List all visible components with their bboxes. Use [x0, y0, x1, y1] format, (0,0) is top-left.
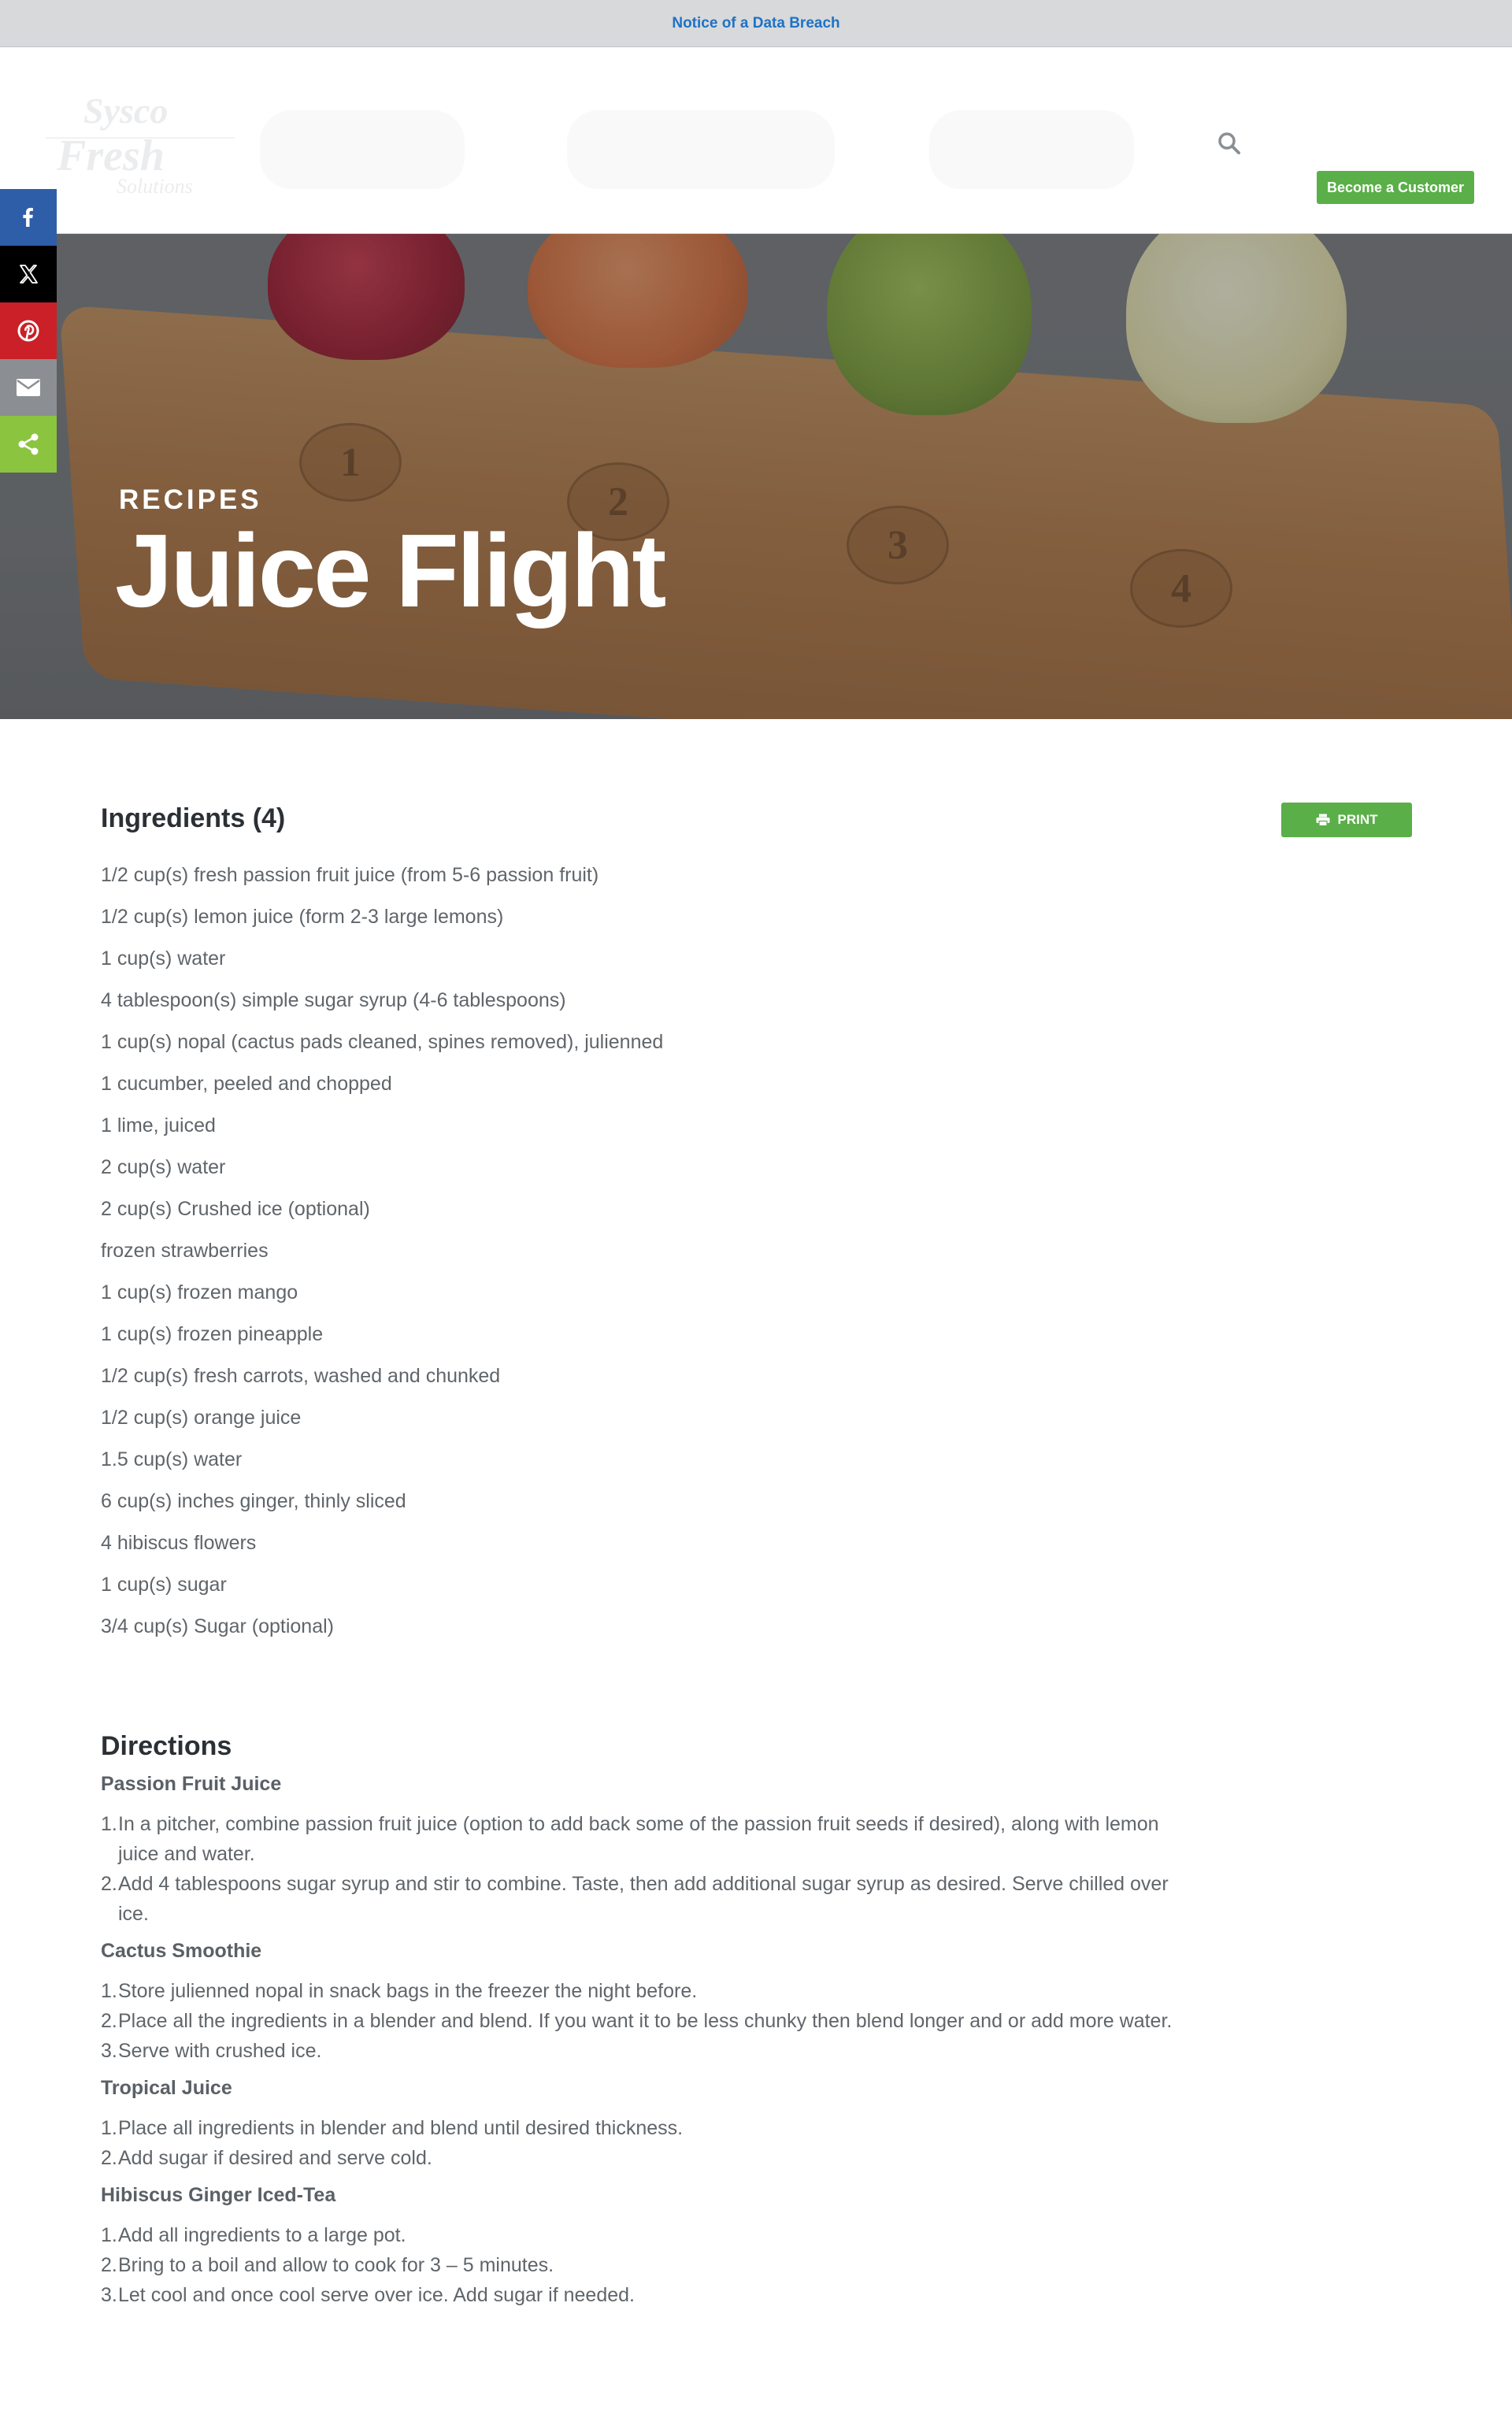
print-button[interactable]: PRINT [1281, 803, 1412, 837]
ingredients-heading: Ingredients (4) [101, 803, 286, 833]
direction-steps-list: 1. Store julienned nopal in snack bags in… [101, 1976, 1203, 2066]
hero-eyebrow[interactable]: RECIPES [119, 484, 262, 516]
step-text: Bring to a boil and allow to cook for 3 … [118, 2254, 554, 2276]
direction-step: 2. Bring to a boil and allow to cook for … [101, 2250, 1203, 2280]
ingredient-item: 1 cup(s) sugar [101, 1574, 227, 1596]
ingredient-item: 1/2 cup(s) fresh carrots, washed and chu… [101, 1365, 501, 1387]
ingredient-item: 3/4 cup(s) Sugar (optional) [101, 1615, 334, 1637]
direction-group-title: Hibiscus Ginger Iced-Tea [101, 2184, 336, 2206]
step-text: Store julienned nopal in snack bags in t… [118, 1980, 698, 2002]
direction-step: 3. Let cool and once cool serve over ice.… [101, 2280, 1203, 2310]
hero-overlay [0, 234, 1512, 719]
site-header: Sysco Fresh Solutions Become a Customer [0, 47, 1512, 234]
direction-group-title: Cactus Smoothie [101, 1940, 262, 1962]
step-number: 2. [101, 2254, 117, 2276]
notice-bar: Notice of a Data Breach [0, 0, 1512, 47]
step-number: 1. [101, 2224, 117, 2246]
x-icon [20, 265, 38, 284]
direction-steps-list: 1. In a pitcher, combine passion fruit ju… [101, 1809, 1203, 1929]
directions-section: Directions Passion Fruit Juice 1. In a pit… [101, 1731, 1203, 2319]
ingredient-item: 4 tablespoon(s) simple sugar syrup (4-6 … [101, 989, 566, 1011]
direction-step: 2. Add sugar if desired and serve cold. [101, 2143, 1203, 2173]
direction-step: 1. Place all ingredients in blender and b… [101, 2113, 1203, 2143]
site-logo[interactable]: Sysco Fresh Solutions [46, 85, 235, 203]
direction-group-title: Passion Fruit Juice [101, 1773, 282, 1795]
logo-text-sysco: Sysco [83, 91, 169, 131]
facebook-icon [23, 207, 33, 227]
ingredient-item: 1 cup(s) frozen mango [101, 1281, 298, 1303]
ingredient-item: 2 cup(s) Crushed ice (optional) [101, 1198, 370, 1220]
search-icon[interactable] [1215, 129, 1243, 158]
step-number: 1. [101, 1813, 117, 1835]
share-sidebar [0, 189, 57, 473]
step-number: 1. [101, 2117, 117, 2139]
step-text: Add all ingredients to a large pot. [118, 2224, 406, 2246]
mail-icon [17, 379, 40, 396]
share-pinterest-button[interactable] [0, 302, 57, 359]
ingredient-item: 1 cup(s) frozen pineapple [101, 1323, 324, 1345]
data-breach-notice-link[interactable]: Notice of a Data Breach [672, 15, 839, 32]
ingredient-item: 1/2 cup(s) lemon juice (form 2-3 large l… [101, 906, 504, 928]
direction-group-title: Tropical Juice [101, 2077, 232, 2099]
direction-step: 1. Store julienned nopal in snack bags in… [101, 1976, 1203, 2006]
ingredient-item: 1 lime, juiced [101, 1114, 216, 1137]
step-text: Place all ingredients in blender and ble… [118, 2117, 684, 2139]
direction-steps-list: 1. Add all ingredients to a large pot. 2. B… [101, 2220, 1203, 2310]
share-more-button[interactable] [0, 416, 57, 473]
nav-placeholder [929, 110, 1134, 189]
step-number: 2. [101, 2010, 117, 2032]
share-facebook-button[interactable] [0, 189, 57, 246]
share-x-button[interactable] [0, 246, 57, 302]
ingredient-item: 1 cucumber, peeled and chopped [101, 1073, 392, 1095]
step-text: Let cool and once cool serve over ice. A… [118, 2284, 635, 2306]
ingredient-item: 1/2 cup(s) orange juice [101, 1407, 302, 1429]
step-number: 1. [101, 1980, 117, 2002]
page-title: Juice Flight [115, 513, 666, 629]
ingredient-item: 4 hibiscus flowers [101, 1532, 257, 1554]
ingredient-item: 1/2 cup(s) fresh passion fruit juice (fr… [101, 864, 599, 886]
pinterest-icon [17, 320, 39, 342]
step-text: Add 4 tablespoons sugar syrup and stir t… [118, 1873, 1169, 1925]
ingredient-item: 6 cup(s) inches ginger, thinly sliced [101, 1490, 406, 1512]
ingredient-item: 2 cup(s) water [101, 1156, 226, 1178]
become-a-customer-button[interactable]: Become a Customer [1317, 171, 1474, 204]
step-text: Add sugar if desired and serve cold. [118, 2147, 432, 2169]
print-button-label: PRINT [1337, 812, 1378, 827]
direction-step: 3. Serve with crushed ice. [101, 2036, 1203, 2066]
ingredient-item: 1 cup(s) water [101, 947, 226, 970]
directions-heading: Directions [101, 1731, 232, 1761]
logo-text-fresh: Fresh [57, 132, 165, 180]
ingredient-item: 1.5 cup(s) water [101, 1448, 243, 1470]
nav-placeholder [567, 110, 835, 189]
step-number: 3. [101, 2284, 117, 2306]
direction-steps-list: 1. Place all ingredients in blender and b… [101, 2113, 1203, 2173]
direction-step: 2. Place all the ingredients in a blender… [101, 2006, 1203, 2036]
direction-step: 1. Add all ingredients to a large pot. [101, 2220, 1203, 2250]
ingredient-item: frozen strawberries [101, 1240, 269, 1262]
step-number: 3. [101, 2040, 117, 2062]
step-text: Serve with crushed ice. [118, 2040, 322, 2062]
ingredient-item: 1 cup(s) nopal (cactus pads cleaned, spi… [101, 1031, 664, 1053]
hero-banner: 1 2 3 4 RECIPES Juice Flight [0, 234, 1512, 719]
printer-icon [1316, 814, 1329, 826]
share-icon [18, 433, 39, 455]
nav-placeholder [260, 110, 465, 189]
ingredients-list: 1/2 cup(s) fresh passion fruit juice (fr… [101, 861, 1203, 1654]
direction-step: 1. In a pitcher, combine passion fruit ju… [101, 1809, 1203, 1869]
step-text: Place all the ingredients in a blender a… [118, 2010, 1173, 2032]
step-number: 2. [101, 2147, 117, 2169]
share-email-button[interactable] [0, 359, 57, 416]
step-text: In a pitcher, combine passion fruit juic… [118, 1813, 1159, 1865]
direction-step: 2. Add 4 tablespoons sugar syrup and stir… [101, 1869, 1203, 1929]
logo-text-solutions: Solutions [117, 175, 193, 198]
step-number: 2. [101, 1873, 117, 1895]
